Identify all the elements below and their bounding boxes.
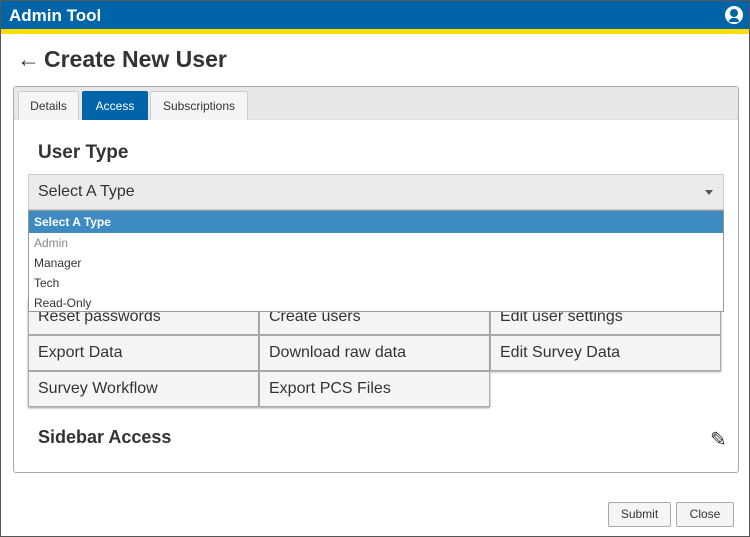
permission-export-pcs-files[interactable]: Export PCS Files (259, 371, 490, 407)
option-admin[interactable]: Admin (29, 233, 723, 253)
option-manager[interactable]: Manager (29, 253, 723, 273)
option-tech[interactable]: Tech (29, 273, 723, 293)
close-button[interactable]: Close (676, 502, 734, 527)
page-title: ← Create New User (17, 46, 231, 73)
submit-button[interactable]: Submit (608, 502, 671, 527)
option-select-a-type[interactable]: Select A Type (29, 211, 723, 233)
permission-survey-workflow[interactable]: Survey Workflow (28, 371, 259, 407)
option-read-only[interactable]: Read-Only (29, 293, 723, 313)
tab-bar: Details Access Subscriptions (14, 87, 738, 120)
chevron-down-icon (705, 190, 713, 199)
tab-access[interactable]: Access (82, 91, 148, 120)
pencil-icon[interactable]: ✎ (710, 427, 727, 452)
tab-details[interactable]: Details (18, 91, 79, 120)
user-type-heading: User Type (38, 142, 129, 163)
permission-download-raw-data[interactable]: Download raw data (259, 335, 490, 371)
user-type-select[interactable]: Select A Type (28, 174, 724, 210)
permission-edit-survey-data[interactable]: Edit Survey Data (490, 335, 721, 371)
app-title: Admin Tool (9, 6, 102, 25)
app-header: Admin Tool (1, 1, 749, 34)
arrow-left-icon[interactable]: ← (17, 46, 40, 72)
tab-subscriptions[interactable]: Subscriptions (150, 91, 248, 120)
sidebar-access-heading: Sidebar Access (38, 427, 172, 447)
page-title-text: Create New User (44, 46, 227, 72)
permission-export-data[interactable]: Export Data (28, 335, 259, 371)
select-value: Select A Type (38, 183, 135, 200)
user-circle-icon[interactable] (725, 6, 743, 24)
user-type-dropdown: Select A Type Admin Manager Tech Read-On… (28, 210, 724, 312)
